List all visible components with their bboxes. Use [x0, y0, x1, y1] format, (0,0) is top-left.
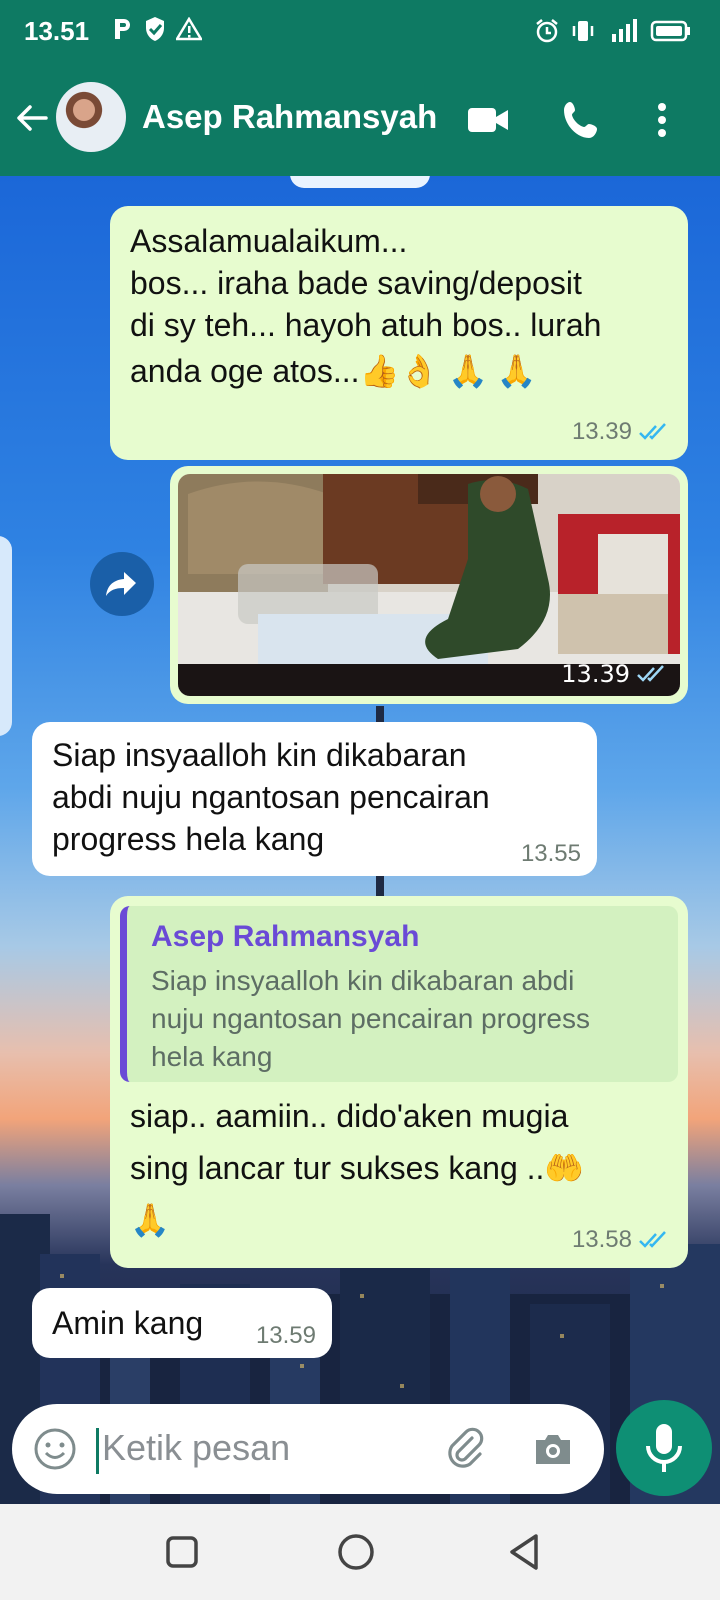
message-line: 🙏: [130, 1202, 170, 1238]
status-left-icons: [112, 16, 202, 42]
back-icon[interactable]: [504, 1530, 548, 1574]
warning-icon: [176, 17, 202, 41]
outgoing-image-message[interactable]: 13.39: [170, 466, 688, 704]
chat-area[interactable]: Assalamualaikum... bos... iraha bade sav…: [0, 176, 720, 1504]
message-time: 13.58: [571, 1226, 632, 1253]
message-text: Amin kang: [52, 1305, 204, 1341]
message-text: Siap insyaalloh kin dikabaran abdi nuju …: [52, 734, 490, 860]
read-ticks-icon: [637, 665, 664, 682]
message-line: Siap insyaalloh kin dikabaran: [52, 737, 467, 773]
message-line: di sy teh... hayoh atuh bos.. lurah: [130, 307, 602, 343]
parking-icon: [115, 19, 130, 39]
chat-header: Asep Rahmansyah: [0, 64, 720, 176]
emoji-icon[interactable]: [32, 1426, 78, 1472]
quoted-message[interactable]: Asep Rahmansyah Siap insyaalloh kin dika…: [120, 906, 678, 1082]
text-cursor: [96, 1428, 99, 1474]
message-input[interactable]: [102, 1420, 422, 1476]
input-pill[interactable]: [12, 1404, 604, 1494]
quoted-line: hela kang: [151, 1041, 273, 1072]
message-meta: 13.58: [572, 1226, 672, 1254]
incoming-message[interactable]: Amin kang 13.59: [32, 1288, 332, 1358]
quoted-text: Siap insyaalloh kin dikabaran abdi nuju …: [151, 962, 662, 1076]
message-meta: 13.39: [572, 418, 672, 446]
message-line: bos... iraha bade saving/deposit: [130, 265, 582, 301]
microphone-icon: [646, 1424, 682, 1472]
previous-message-edge-left: [0, 536, 12, 736]
message-line: progress hela kang: [52, 821, 325, 857]
forward-arrow-icon: [106, 572, 136, 596]
camera-icon[interactable]: [530, 1426, 576, 1472]
message-meta: 13.59: [256, 1322, 316, 1350]
status-time: 13.51: [24, 16, 90, 46]
message-line: Assalamualaikum...: [130, 223, 408, 259]
message-composer: [0, 1400, 720, 1504]
quoted-author: Asep Rahmansyah: [151, 920, 420, 953]
incoming-message[interactable]: Siap insyaalloh kin dikabaran abdi nuju …: [32, 722, 597, 876]
quoted-line: nuju ngantosan pencairan progress: [151, 1003, 590, 1034]
avatar[interactable]: [56, 82, 126, 152]
recent-apps-icon[interactable]: [160, 1530, 204, 1574]
message-time: 13.55: [520, 840, 581, 867]
attach-icon[interactable]: [442, 1426, 488, 1472]
message-line: anda oge atos...👍👌 🙏 🙏: [130, 353, 537, 389]
message-time: 13.39: [561, 660, 630, 688]
battery-icon: [650, 20, 690, 42]
read-ticks-icon: [639, 1231, 666, 1248]
shield-icon: [146, 17, 164, 41]
video-call-icon[interactable]: [466, 98, 510, 142]
status-bar: 13.51: [0, 0, 720, 64]
back-arrow-icon[interactable]: [14, 100, 50, 136]
voice-record-button[interactable]: [616, 1400, 712, 1496]
system-navigation-bar: [0, 1504, 720, 1600]
signal-icon: [612, 19, 637, 42]
forward-button[interactable]: [90, 552, 154, 616]
message-meta: 13.39: [561, 660, 670, 688]
message-time: 13.39: [571, 418, 632, 445]
message-meta: 13.55: [521, 840, 581, 868]
voice-call-icon[interactable]: [560, 98, 604, 142]
message-time: 13.59: [255, 1322, 316, 1349]
home-icon[interactable]: [334, 1530, 378, 1574]
message-line: abdi nuju ngantosan pencairan: [52, 779, 490, 815]
more-options-icon[interactable]: [640, 98, 684, 142]
message-line: sing lancar tur sukses kang ..🤲: [130, 1150, 585, 1186]
outgoing-message[interactable]: Assalamualaikum... bos... iraha bade sav…: [110, 206, 688, 460]
quoted-line: Siap insyaalloh kin dikabaran abdi: [151, 965, 575, 996]
message-line: siap.. aamiin.. dido'aken mugia: [130, 1098, 569, 1134]
outgoing-reply-message[interactable]: Asep Rahmansyah Siap insyaalloh kin dika…: [110, 896, 688, 1268]
previous-message-edge: [290, 176, 430, 188]
vibrate-icon: [572, 21, 594, 41]
message-text: siap.. aamiin.. dido'aken mugia sing lan…: [130, 1090, 584, 1246]
message-text: Assalamualaikum... bos... iraha bade sav…: [130, 220, 601, 396]
read-ticks-icon: [639, 423, 666, 440]
alarm-icon: [536, 19, 558, 43]
status-right-icons: [534, 18, 692, 44]
contact-name[interactable]: Asep Rahmansyah: [142, 98, 437, 136]
